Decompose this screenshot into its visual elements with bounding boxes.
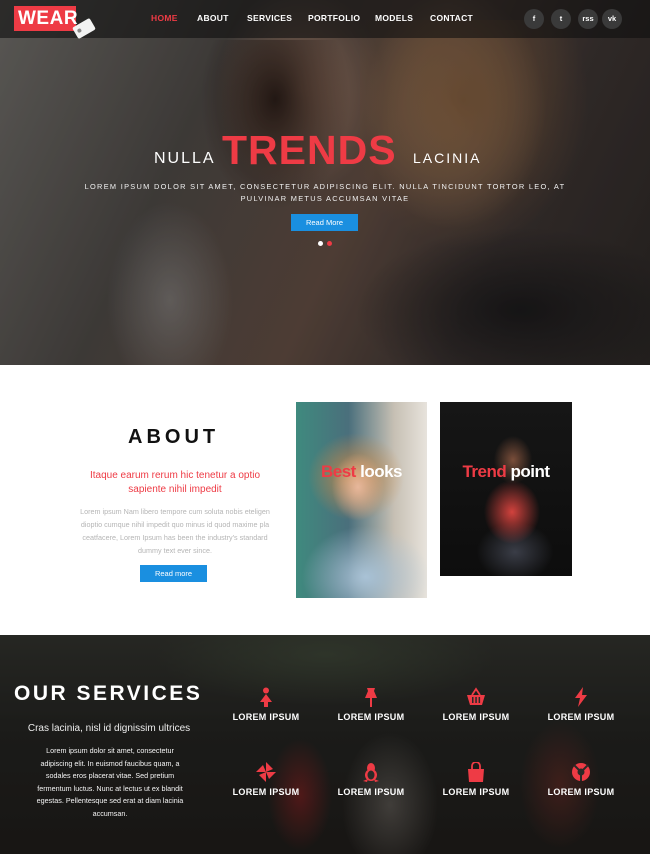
slider-dot-1[interactable] [318,241,323,246]
service-label: LOREM IPSUM [442,787,510,797]
card-label-main: looks [360,462,402,481]
woman-icon [260,687,272,707]
service-item-1[interactable]: LOREM IPSUM [221,687,311,722]
nav-portfolio[interactable]: PORTFOLIO [308,13,360,23]
service-label: LOREM IPSUM [442,712,510,722]
hero-banner: WEAR HOME ABOUT SERVICES PORTFOLIO MODEL… [0,0,650,365]
service-label: LOREM IPSUM [547,712,615,722]
nav-home[interactable]: HOME [151,13,178,23]
service-item-4[interactable]: LOREM IPSUM [536,687,626,722]
service-item-8[interactable]: LOREM IPSUM [536,762,626,797]
services-body-text: Lorem ipsum dolor sit amet, consectetur … [36,746,184,818]
bolt-icon [575,687,587,707]
site-logo[interactable]: WEAR [14,6,78,31]
card-label-accent: Best [321,462,356,481]
twitter-icon[interactable]: t [551,9,571,29]
hero-read-more-button[interactable]: Read More [291,214,358,231]
nav-models[interactable]: MODELS [375,13,413,23]
service-item-2[interactable]: LOREM IPSUM [326,687,416,722]
service-label: LOREM IPSUM [337,787,405,797]
service-label: LOREM IPSUM [547,787,615,797]
nav-services[interactable]: SERVICES [247,13,292,23]
about-lead: Itaque earum rerum hic tenetur a optio s… [89,470,261,495]
service-label: LOREM IPSUM [337,712,405,722]
about-read-more-button[interactable]: Read more [140,565,207,582]
life-ring-icon [572,763,590,781]
slider-dot-2[interactable] [327,241,332,246]
vk-icon[interactable]: vk [602,9,622,29]
services-section: OUR SERVICES Cras lacinia, nisl id digni… [0,635,650,854]
service-label: LOREM IPSUM [232,712,300,722]
service-item-7[interactable]: LOREM IPSUM [431,762,521,797]
hero-heading-left-word: NULLA [154,150,216,167]
card-label: Best looks [296,462,427,482]
card-label-accent: Trend [462,462,507,481]
card-label: Trend point [440,462,572,482]
trend-point-card[interactable]: Trend point [440,402,572,576]
nav-about[interactable]: ABOUT [197,13,229,23]
pushpin-icon [365,688,377,707]
hero-subtitle: LOREM IPSUM DOLOR SIT AMET, CONSECTETUR … [84,182,566,203]
service-item-5[interactable]: LOREM IPSUM [221,762,311,797]
services-title: OUR SERVICES [14,682,203,705]
nav-contact[interactable]: CONTACT [430,13,473,23]
linux-icon [363,763,379,782]
best-looks-card[interactable]: Best looks [296,402,427,598]
service-item-3[interactable]: LOREM IPSUM [431,687,521,722]
service-label: LOREM IPSUM [232,787,300,797]
about-title: ABOUT [128,426,220,448]
card-label-main: point [510,462,550,481]
top-navigation-bar: WEAR HOME ABOUT SERVICES PORTFOLIO MODEL… [0,0,650,40]
shopping-bag-icon [468,762,484,782]
pinwheel-icon [256,762,276,782]
hero-heading-right-word: LACINIA [413,150,482,166]
hero-heading: NULLA TRENDS LACINIA [0,128,650,172]
about-body-text: Lorem ipsum Nam libero tempore cum solut… [80,507,270,555]
shopping-basket-icon [467,687,485,705]
hero-heading-main-word: TRENDS [222,127,397,173]
facebook-icon[interactable]: f [524,9,544,29]
services-lead: Cras lacinia, nisl id dignissim ultrices [27,723,191,734]
about-section: ABOUT Itaque earum rerum hic tenetur a o… [0,365,650,635]
rss-icon[interactable]: rss [578,9,598,29]
service-item-6[interactable]: LOREM IPSUM [326,762,416,797]
